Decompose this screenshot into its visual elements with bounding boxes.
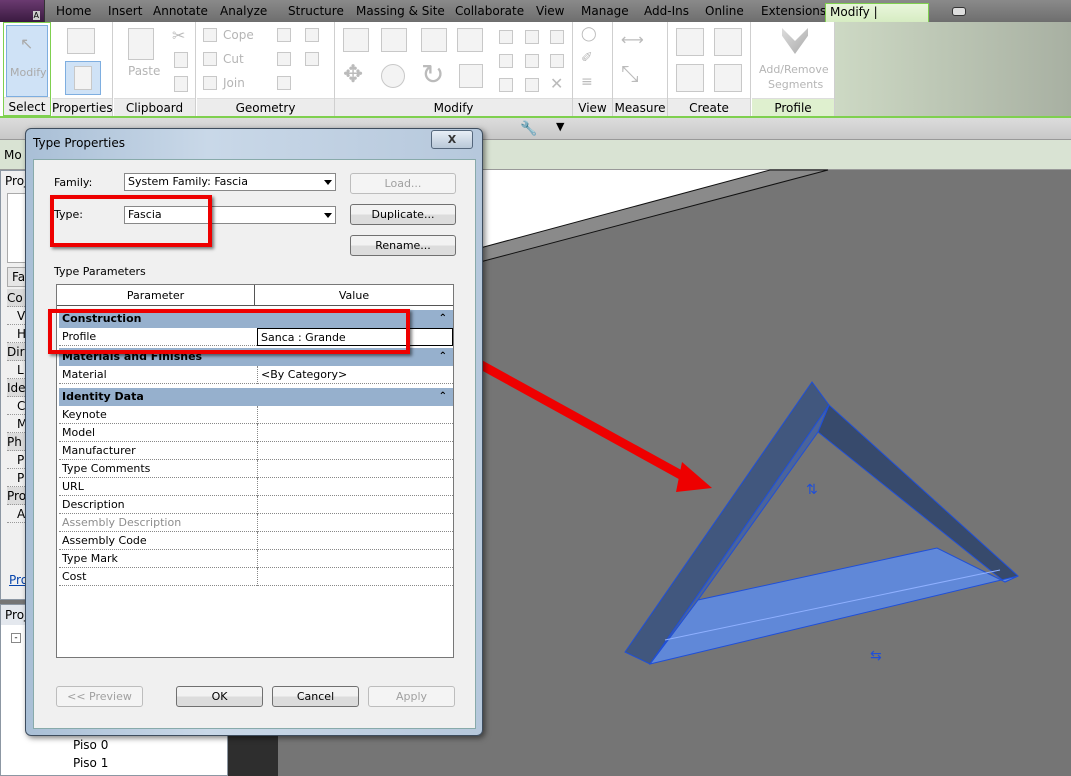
param-value[interactable] [257,550,453,568]
collapse-chevron-icon[interactable]: ⌃ [439,310,447,328]
param-value[interactable]: <By Category> [257,366,453,384]
family-value: System Family: Fascia [128,175,248,188]
type-parameters-label: Type Parameters [54,265,146,278]
param-name: URL [62,480,84,493]
collapse-chevron-icon[interactable]: ⌃ [439,388,447,406]
param-name: Description [62,498,125,511]
ok-button[interactable]: OK [176,686,263,707]
param-value[interactable] [257,406,453,424]
param-value[interactable] [257,460,453,478]
param-row[interactable]: Cost [59,568,453,586]
column-header-value[interactable]: Value [255,285,453,306]
param-value[interactable] [257,442,453,460]
param-name: Keynote [62,408,107,421]
red-arrow-annotation [442,341,712,492]
param-value[interactable] [257,568,453,586]
param-row-material[interactable]: Material <By Category> [59,366,453,384]
param-name: Material [62,368,107,381]
param-row[interactable]: Manufacturer [59,442,453,460]
apply-button[interactable]: Apply [368,686,455,707]
flip-vertical-icon[interactable]: ⇅ [806,482,818,498]
highlight-box-type [50,195,212,247]
duplicate-button[interactable]: Duplicate... [350,204,456,225]
param-name: Assembly Code [62,534,147,547]
param-row[interactable]: Keynote [59,406,453,424]
param-name: Type Comments [62,462,151,475]
param-value [257,514,453,532]
fascia-triangle[interactable] [624,381,1019,665]
param-name: Manufacturer [62,444,136,457]
param-value[interactable] [257,478,453,496]
dialog-title: Type Properties [33,136,126,150]
param-row[interactable]: Type Mark [59,550,453,568]
param-row[interactable]: Type Comments [59,460,453,478]
param-row[interactable]: Assembly Code [59,532,453,550]
flip-horizontal-icon[interactable]: ⇆ [870,648,882,664]
close-button[interactable]: X [431,130,473,149]
highlight-box-profile [48,309,410,354]
param-name: Type Mark [62,552,118,565]
collapse-chevron-icon[interactable]: ⌃ [439,348,447,366]
column-header-parameter[interactable]: Parameter [57,285,255,306]
group-identity-data[interactable]: Identity Data ⌃ [59,388,453,406]
param-row[interactable]: Description [59,496,453,514]
family-select[interactable]: System Family: Fascia [124,173,336,191]
load-button[interactable]: Load... [350,173,456,194]
chevron-down-icon [324,180,332,185]
param-row: Assembly Description [59,514,453,532]
cancel-button[interactable]: Cancel [272,686,359,707]
preview-button[interactable]: << Preview [56,686,143,707]
rename-button[interactable]: Rename... [350,235,456,256]
param-row[interactable]: URL [59,478,453,496]
param-name: Assembly Description [62,516,182,529]
chevron-down-icon [324,213,332,218]
param-name: Model [62,426,96,439]
group-label: Identity Data [62,390,144,403]
family-label: Family: [54,176,93,189]
param-name: Cost [62,570,87,583]
param-value[interactable] [257,496,453,514]
param-value[interactable] [257,532,453,550]
param-row[interactable]: Model [59,424,453,442]
param-value[interactable] [257,424,453,442]
